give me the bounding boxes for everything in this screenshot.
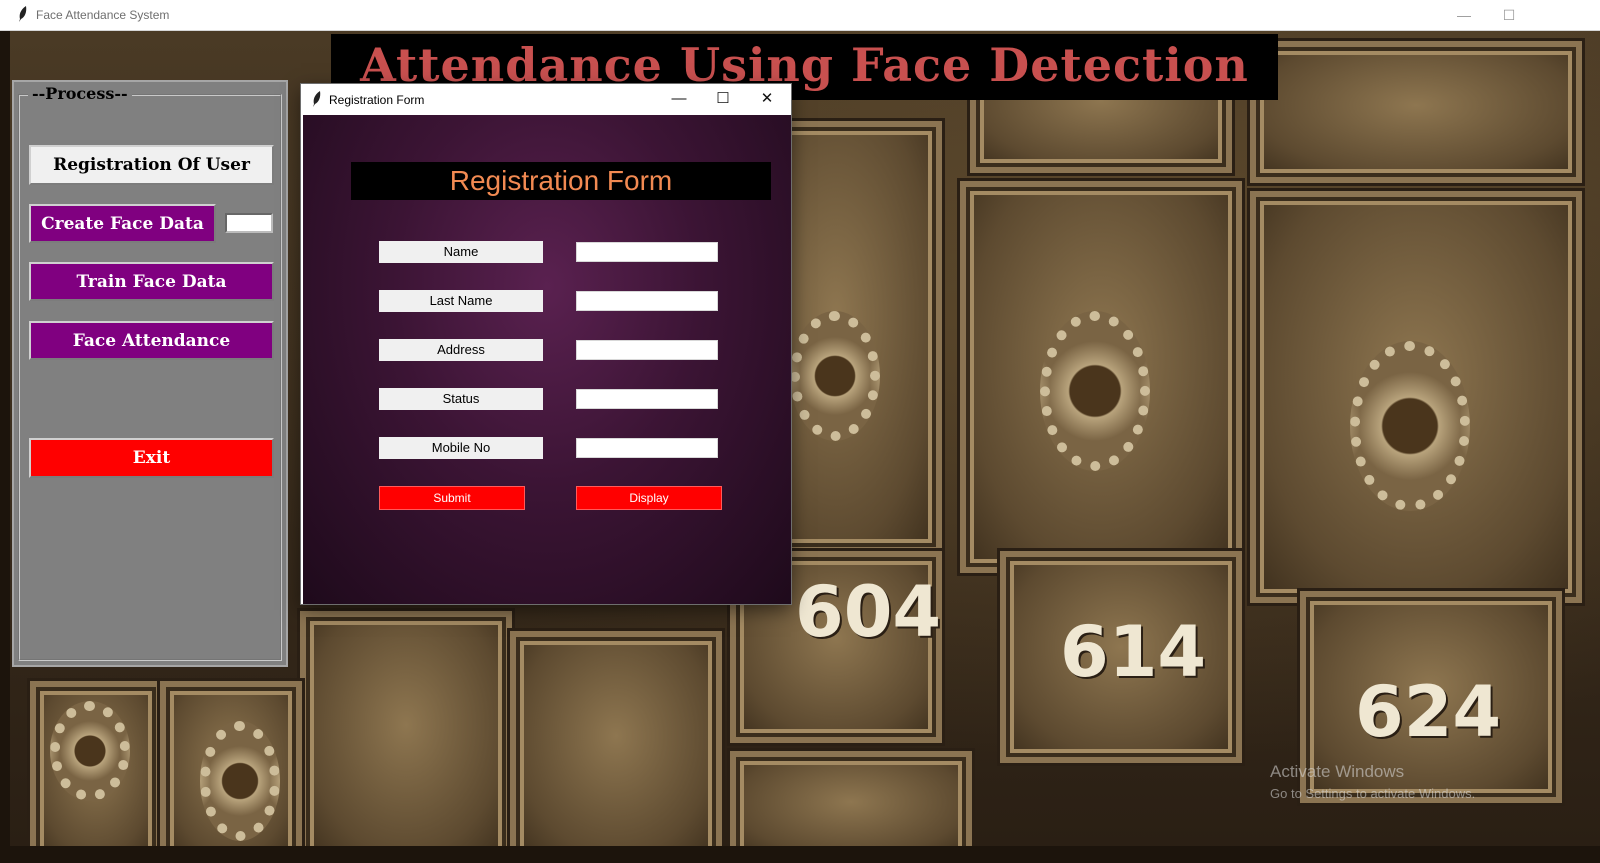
display-button[interactable]: Display <box>576 486 722 510</box>
registration-button[interactable]: Registration Of User <box>29 145 274 185</box>
dialog-close-button[interactable]: ✕ <box>745 84 789 115</box>
name-input[interactable] <box>576 242 718 262</box>
dialog-minimize-button[interactable]: — <box>657 84 701 115</box>
activate-windows-hint: Go to Settings to activate Windows. <box>1270 786 1476 801</box>
maximize-button[interactable]: ☐ <box>1486 0 1532 31</box>
box-number-624: 624 <box>1355 671 1502 753</box>
dialog-title: Registration Form <box>329 93 425 107</box>
status-label: Status <box>379 388 543 410</box>
dialog-body: Registration Form Name Last Name Address… <box>303 115 791 604</box>
dialog-title-bar[interactable]: Registration Form — ☐ ✕ <box>301 84 791 115</box>
exit-button[interactable]: Exit <box>29 438 274 478</box>
tk-feather-icon <box>19 6 27 22</box>
train-face-data-button[interactable]: Train Face Data <box>29 262 274 301</box>
submit-button[interactable]: Submit <box>379 486 525 510</box>
tk-feather-icon <box>313 91 321 107</box>
last-name-input[interactable] <box>576 291 718 311</box>
face-id-input[interactable] <box>225 213 273 233</box>
box-number-604: 604 <box>795 571 942 653</box>
minimize-button[interactable]: — <box>1441 0 1487 31</box>
registration-dialog: Registration Form — ☐ ✕ Registration For… <box>301 84 791 604</box>
dialog-maximize-button[interactable]: ☐ <box>701 84 745 115</box>
address-label: Address <box>379 339 543 361</box>
mobile-no-input[interactable] <box>576 438 718 458</box>
main-window-title: Face Attendance System <box>36 8 170 22</box>
name-label: Name <box>379 241 543 263</box>
face-attendance-button[interactable]: Face Attendance <box>29 321 274 360</box>
status-input[interactable] <box>576 389 718 409</box>
address-input[interactable] <box>576 340 718 360</box>
process-legend: --Process-- <box>28 84 132 103</box>
process-panel: --Process-- Registration Of User Create … <box>12 80 288 667</box>
registration-form-heading: Registration Form <box>351 162 771 200</box>
box-number-614: 614 <box>1060 611 1207 693</box>
activate-windows-watermark: Activate Windows <box>1270 762 1405 781</box>
mobile-no-label: Mobile No <box>379 437 543 459</box>
create-face-data-button[interactable]: Create Face Data <box>29 204 216 243</box>
main-title-bar: Face Attendance System — ☐ <box>0 0 1600 31</box>
last-name-label: Last Name <box>379 290 543 312</box>
